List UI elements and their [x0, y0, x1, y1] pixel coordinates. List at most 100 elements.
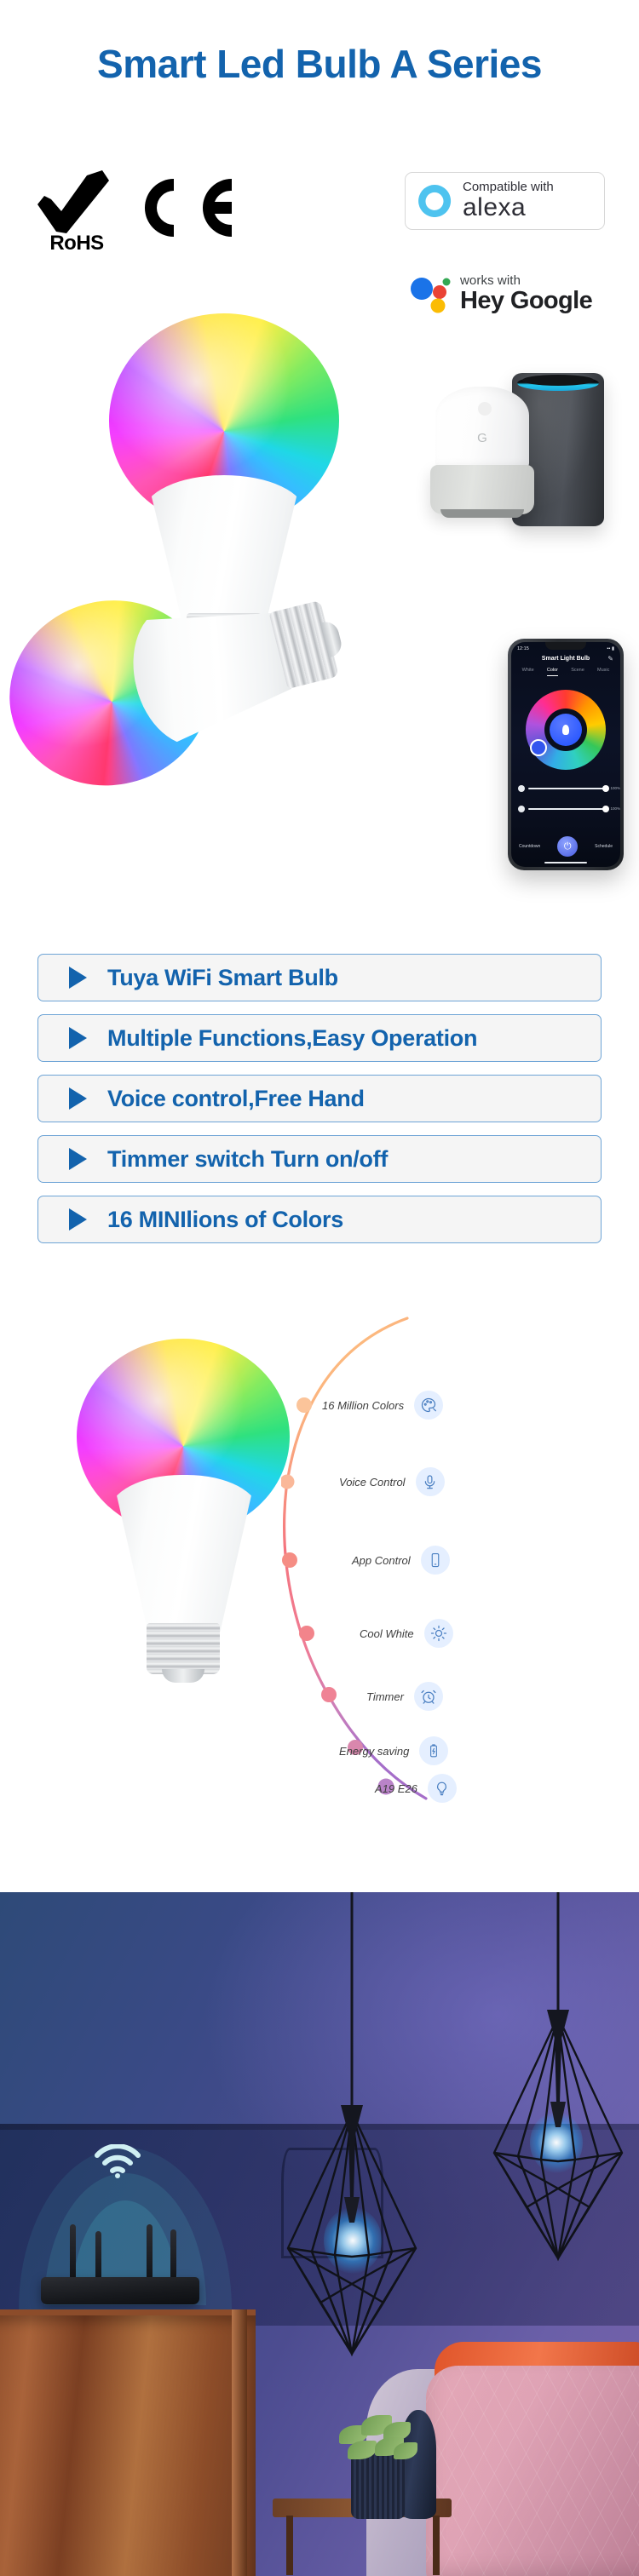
status-time: 12:15: [517, 645, 529, 651]
lamp-cord: [350, 1892, 354, 2114]
home-indicator: [544, 861, 587, 863]
dresser-side-edge: [232, 2309, 247, 2576]
geometric-cage-shade: [286, 2105, 417, 2357]
arc-item-label: A19 E26: [375, 1781, 417, 1795]
router-antenna: [70, 2224, 76, 2281]
mute-microphone-icon: [478, 402, 492, 416]
countdown-button[interactable]: Countdown: [519, 844, 540, 849]
arc-item-a19-e26: A19 E26: [375, 1771, 457, 1805]
router-antenna: [95, 2231, 101, 2281]
router-antenna: [170, 2229, 176, 2281]
triangle-right-icon: [69, 1148, 87, 1170]
arc-item-voice-control: Voice Control: [339, 1465, 445, 1499]
arc-item-energy-saving: Energy saving: [339, 1734, 449, 1768]
wooden-dresser: [0, 2309, 256, 2576]
triangle-right-icon: [69, 1027, 87, 1049]
feature-arc-curve: [281, 1317, 428, 1800]
brightness-track[interactable]: [528, 784, 610, 792]
status-indicators-icon: ▪▪ ▮: [607, 645, 614, 651]
arc-item-16-million-colors: 16 Million Colors: [322, 1388, 444, 1422]
arc-item-label: Energy saving: [339, 1744, 410, 1758]
alexa-compatible-label: Compatible with: [463, 180, 554, 195]
triangle-right-icon: [69, 967, 87, 989]
tab-music[interactable]: Music: [597, 668, 609, 676]
rohs-logo: RoHS: [34, 170, 119, 262]
sun-icon: [423, 1619, 453, 1648]
temperature-slider[interactable]: 100%: [518, 804, 620, 813]
arc-item-label: Voice Control: [339, 1475, 406, 1489]
microphone-icon: [415, 1467, 445, 1496]
smartphone-mockup: 12:15 ▪▪ ▮ Smart Light Bulb ✎ White Colo…: [508, 639, 624, 870]
nightstand-leg: [286, 2516, 293, 2575]
battery-charging-icon: [419, 1736, 449, 1765]
feature-row: 16 MINIlions of Colors: [37, 1196, 602, 1243]
pendant-cage-lamp-left: [271, 1892, 433, 2369]
feature-label: Multiple Functions,Easy Operation: [107, 1024, 478, 1051]
google-home-fabric-base: [430, 465, 534, 514]
color-wheel-picker[interactable]: [526, 690, 606, 770]
rgb-bulb-tilted: [0, 533, 416, 810]
color-palette-icon: [414, 1391, 444, 1420]
alarm-clock-icon: [413, 1682, 443, 1711]
feature-arc-section: 16 Million Colors Voice Control App Cont…: [0, 1311, 639, 1805]
echo-top-surface: [522, 375, 594, 386]
pink-pillow: [426, 2366, 639, 2576]
temperature-track[interactable]: [528, 805, 610, 812]
certification-logos: RoHS: [34, 167, 273, 269]
bulb-screw-base: [147, 1623, 220, 1674]
feature-label: Timmer switch Turn on/off: [107, 1145, 389, 1172]
arc-item-label: 16 Million Colors: [322, 1398, 405, 1412]
color-preview-circle: [550, 714, 582, 746]
feature-list: Tuya WiFi Smart Bulb Multiple Functions,…: [37, 954, 602, 1256]
smartphone-icon: [420, 1546, 450, 1575]
brightness-value: 100%: [610, 786, 620, 790]
arc-item-label: Timmer: [366, 1690, 404, 1703]
feature-row: Multiple Functions,Easy Operation: [37, 1014, 602, 1062]
brightness-thumb[interactable]: [602, 784, 610, 792]
alexa-text-block: Compatible with alexa: [463, 181, 554, 221]
rohs-label: RoHS: [49, 232, 104, 255]
schedule-button[interactable]: Schedule: [595, 844, 613, 849]
app-footer-controls: Countdown ⏻ Schedule: [511, 836, 620, 857]
feature-label: Tuya WiFi Smart Bulb: [107, 964, 338, 990]
router-antenna: [147, 2224, 153, 2281]
triangle-right-icon: [69, 1087, 87, 1110]
wifi-icon: [95, 2144, 141, 2178]
google-home-speaker: G: [430, 387, 534, 519]
phone-notch: [545, 642, 586, 650]
bedroom-smart-lighting-scene: [0, 1892, 639, 2576]
arc-item-cool-white: Cool White: [360, 1616, 453, 1650]
arc-item-label: Cool White: [360, 1626, 414, 1640]
contrast-icon: [518, 805, 525, 812]
tab-white[interactable]: White: [522, 668, 534, 676]
brightness-icon: [518, 784, 525, 792]
arc-item-timmer: Timmer: [366, 1679, 443, 1713]
feature-row: Timmer switch Turn on/off: [37, 1135, 602, 1183]
lamp-cord: [556, 1892, 560, 2018]
phone-screen: 12:15 ▪▪ ▮ Smart Light Bulb ✎ White Colo…: [511, 642, 620, 867]
app-tabs: White Color Scene Music: [511, 668, 620, 676]
ce-mark-icon: [144, 179, 232, 237]
tab-scene[interactable]: Scene: [571, 668, 584, 676]
check-mark-icon: [37, 170, 109, 233]
tab-color[interactable]: Color: [546, 668, 558, 676]
feature-row: Voice control,Free Hand: [37, 1075, 602, 1122]
temperature-thumb[interactable]: [602, 805, 610, 812]
bulb-glyph-icon: [562, 725, 569, 735]
google-home-top: [435, 387, 529, 472]
alexa-ring-icon: [418, 184, 452, 217]
brightness-slider[interactable]: 100%: [518, 783, 620, 793]
rgb-bulb-feature-diagram: [51, 1320, 307, 1771]
edit-pencil-icon[interactable]: ✎: [607, 655, 613, 663]
power-icon[interactable]: ⏻: [557, 836, 579, 857]
page-title: Smart Led Bulb A Series: [97, 42, 542, 86]
bulb-white-body: [112, 1475, 256, 1632]
alexa-brand-label: alexa: [463, 193, 527, 222]
google-works-with-label: works with: [460, 273, 521, 288]
geometric-cage-shade: [492, 2010, 624, 2262]
color-wheel-handle[interactable]: [530, 739, 547, 756]
temperature-value: 100%: [610, 806, 620, 811]
app-title: Smart Light Bulb: [541, 656, 590, 662]
product-detail-page: Smart Led Bulb A Series RoHS Compatible …: [0, 0, 639, 2576]
feature-label: Voice control,Free Hand: [107, 1085, 365, 1111]
